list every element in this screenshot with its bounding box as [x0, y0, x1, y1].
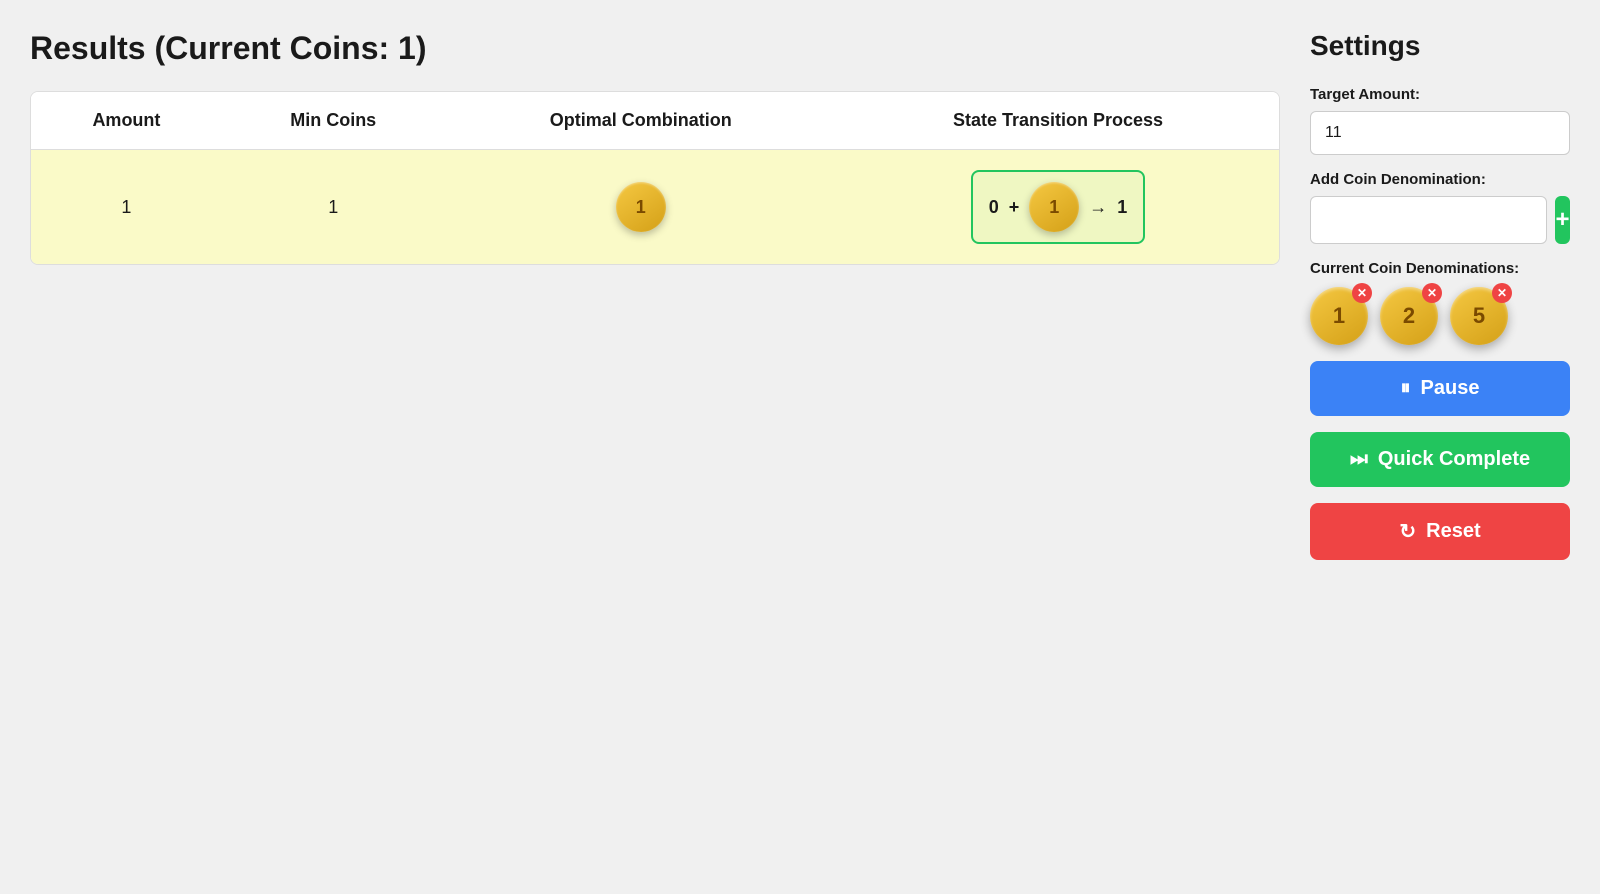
pause-icon: ⏸: [1401, 377, 1411, 400]
pause-label: Pause: [1421, 377, 1480, 400]
results-table: Amount Min Coins Optimal Combination Sta…: [31, 92, 1279, 264]
target-amount-label: Target Amount:: [1310, 86, 1570, 103]
transition-box: 0 + 1 → 1: [971, 170, 1146, 244]
transition-plus: +: [1009, 197, 1020, 218]
remove-coin-5[interactable]: ✕: [1492, 283, 1512, 303]
add-denom-row: +: [1310, 196, 1570, 244]
col-optimal: Optimal Combination: [445, 92, 837, 150]
pause-button[interactable]: ⏸ Pause: [1310, 361, 1570, 416]
quick-complete-button[interactable]: ⏭ Quick Complete: [1310, 432, 1570, 487]
main-content: Results (Current Coins: 1) Amount Min Co…: [30, 30, 1280, 864]
current-denoms-section: Current Coin Denominations: 1 ✕ 2 ✕ 5 ✕: [1310, 260, 1570, 345]
remove-coin-2[interactable]: ✕: [1422, 283, 1442, 303]
reset-icon: ↻: [1399, 519, 1416, 544]
sidebar: Settings Target Amount: Add Coin Denomin…: [1310, 30, 1570, 864]
add-denom-input[interactable]: [1310, 196, 1547, 244]
target-amount-section: Target Amount:: [1310, 86, 1570, 155]
remove-coin-1[interactable]: ✕: [1352, 283, 1372, 303]
cell-amount: 1: [31, 150, 222, 265]
cell-min-coins: 1: [222, 150, 445, 265]
settings-group: Target Amount: Add Coin Denomination: + …: [1310, 86, 1570, 560]
results-table-container: Amount Min Coins Optimal Combination Sta…: [30, 91, 1280, 265]
add-denom-section: Add Coin Denomination: +: [1310, 171, 1570, 244]
reset-button[interactable]: ↻ Reset: [1310, 503, 1570, 560]
reset-label: Reset: [1426, 520, 1480, 543]
quick-complete-label: Quick Complete: [1378, 448, 1530, 471]
cell-transition: 0 + 1 → 1: [837, 150, 1279, 265]
target-amount-input[interactable]: [1310, 111, 1570, 155]
transition-from: 0: [989, 197, 999, 218]
add-denom-button[interactable]: +: [1555, 196, 1570, 244]
optimal-coin-badge: 1: [616, 182, 666, 232]
add-denom-label: Add Coin Denomination:: [1310, 171, 1570, 188]
coin-item-1: 1 ✕: [1310, 287, 1368, 345]
quick-complete-icon: ⏭: [1350, 448, 1368, 471]
transition-result: 1: [1117, 197, 1127, 218]
coins-row: 1 ✕ 2 ✕ 5 ✕: [1310, 287, 1570, 345]
current-denoms-label: Current Coin Denominations:: [1310, 260, 1570, 277]
coin-item-2: 2 ✕: [1380, 287, 1438, 345]
coin-item-5: 5 ✕: [1450, 287, 1508, 345]
col-amount: Amount: [31, 92, 222, 150]
col-transition: State Transition Process: [837, 92, 1279, 150]
page-title: Results (Current Coins: 1): [30, 30, 1280, 67]
transition-arrow: →: [1089, 197, 1107, 218]
cell-optimal-combination: 1: [445, 150, 837, 265]
transition-coin: 1: [1029, 182, 1079, 232]
table-row: 1 1 1 0 + 1 → 1: [31, 150, 1279, 265]
col-min-coins: Min Coins: [222, 92, 445, 150]
settings-title: Settings: [1310, 30, 1570, 62]
